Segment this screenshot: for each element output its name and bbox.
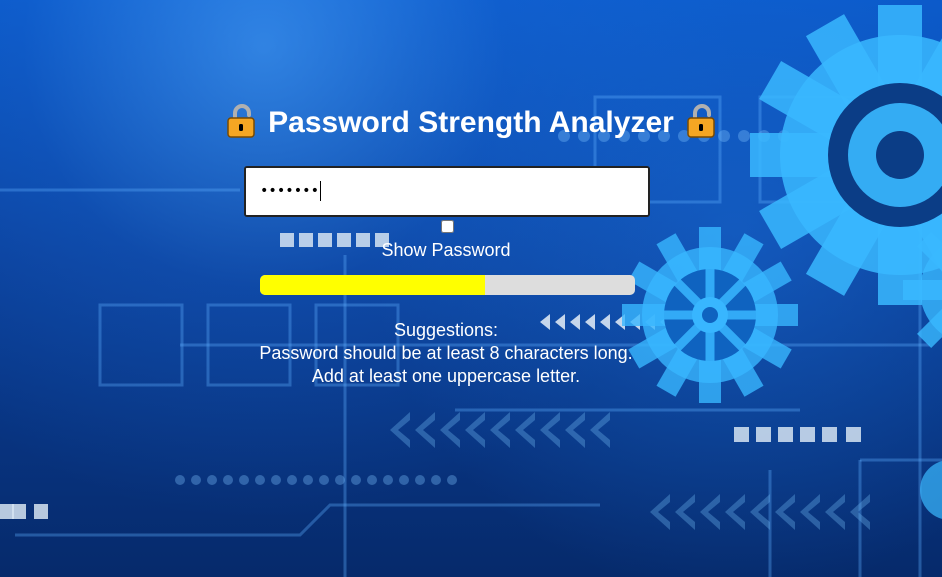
suggestion-item: Add at least one uppercase letter. xyxy=(311,366,581,386)
lock-icon xyxy=(227,104,255,138)
analyzer-panel: Password Strength Analyzer ••••••• Show … xyxy=(0,0,942,577)
show-password-label[interactable]: Show Password xyxy=(0,239,892,261)
text-caret xyxy=(320,181,322,201)
suggestion-item: Password should be at least 8 characters… xyxy=(259,343,633,363)
strength-meter-fill xyxy=(260,275,485,295)
page-title-text: Password Strength Analyzer xyxy=(268,106,674,139)
password-masked-value: ••••••• xyxy=(260,183,320,199)
suggestions-heading: Suggestions: xyxy=(393,320,499,340)
strength-meter xyxy=(260,275,635,295)
show-password-checkbox[interactable] xyxy=(441,220,454,233)
lock-icon xyxy=(687,104,715,138)
suggestions-box: Suggestions: Password should be at least… xyxy=(0,319,892,388)
password-input[interactable]: ••••••• xyxy=(244,166,650,217)
page-title: Password Strength Analyzer xyxy=(0,104,942,142)
